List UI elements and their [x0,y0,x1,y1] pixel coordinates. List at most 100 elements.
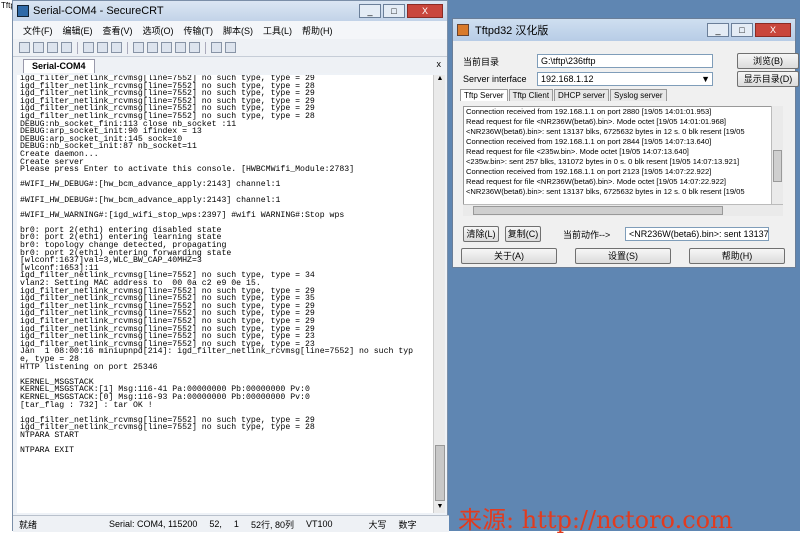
terminal-line: #WIFI_HW_DEBUG#:[hw_bcm_advance_apply:21… [20,180,281,190]
tftp-log-list[interactable]: Connection received from 192.168.1.1 on … [463,106,783,216]
keymap-icon[interactable] [175,42,186,53]
scroll-down-icon[interactable]: ▼ [434,503,446,513]
tftp-minimize-button[interactable]: _ [707,23,729,37]
toolbar-separator [205,41,206,54]
terminal-line: igd_filter_netlink_rcvmsg[line=7552] no … [20,423,315,433]
show-dir-button[interactable]: 显示目录(D) [737,71,799,87]
copy-button[interactable]: 复制(C) [505,226,541,242]
securecrt-app-icon [17,5,29,17]
server-interface-value: 192.168.1.12 [541,74,594,84]
tftp-tabbar: Tftp Server Tftp Client DHCP server Sysl… [460,89,668,101]
current-dir-field[interactable]: G:\tftp\236tftp [537,54,713,68]
maximize-button[interactable]: □ [383,4,405,18]
tab-dhcp-server[interactable]: DHCP server [554,89,610,101]
log-entry: Read request for file <NR236W(beta6).bin… [466,117,727,126]
paste-icon[interactable] [97,42,108,53]
menu-help[interactable]: 帮助(H) [302,24,333,37]
menu-transfer[interactable]: 传输(T) [184,24,214,37]
tftpd32-window: Tftpd32 汉化版 _ □ X 当前目录 G:\tftp\236tftp 浏… [452,18,799,268]
tab-close-icon[interactable]: x [437,59,442,69]
about-icon[interactable] [225,42,236,53]
status-term: VT100 [305,519,333,529]
copy-icon[interactable] [83,42,94,53]
menu-edit[interactable]: 编辑(E) [63,24,93,37]
status-size: 52行, 80列 [250,519,294,530]
current-dir-row: 当前目录 G:\tftp\236tftp 浏览(B) [463,53,799,69]
current-action-label: 当前动作--> [563,229,611,240]
terminal-line: #WIFI_HW_WARNING#:[igd_wifi_stop_wps:239… [20,210,345,220]
tftp-close-button[interactable]: X [755,23,791,37]
server-interface-row: Server interface 192.168.1.12 ▼ 显示目录(D) [463,71,799,87]
connect-icon[interactable] [19,42,30,53]
options-icon[interactable] [189,42,200,53]
log-action-row: 清除(L) 复制(C) 当前动作--> <NR236W(beta6).bin>:… [463,226,769,242]
find-icon[interactable] [111,42,122,53]
menu-script[interactable]: 脚本(S) [223,24,253,37]
tftp-maximize-button[interactable]: □ [731,23,753,37]
crt-menubar: 文件(F) 编辑(E) 查看(V) 选项(O) 传输(T) 脚本(S) 工具(L… [13,21,447,39]
settings-button[interactable]: 设置(S) [575,248,671,264]
server-interface-select[interactable]: 192.168.1.12 ▼ [537,72,713,86]
scrollbar-thumb[interactable] [435,445,445,501]
terminal-line: NTPARA EXIT [20,446,75,456]
terminal-scrollbar[interactable]: ▲ ▼ [433,75,445,513]
terminal-line: NTPARA START [20,430,79,440]
toolbar-separator [77,41,78,54]
session-tabbar: Serial-COM4 x [13,57,447,73]
tab-tftp-client[interactable]: Tftp Client [508,89,554,101]
connect-tab-icon[interactable] [47,42,58,53]
minimize-button[interactable]: _ [359,4,381,18]
terminal-line: HTTP listening on port 25346 [20,362,158,372]
help-icon[interactable] [211,42,222,53]
current-dir-label: 当前目录 [463,56,500,67]
server-interface-label: Server interface [463,74,527,84]
status-col: 1 [233,519,239,529]
status-port: Serial: COM4, 115200 [109,519,198,529]
tab-tftp-server[interactable]: Tftp Server [460,89,508,101]
log-entry: Connection received from 192.168.1.1 on … [466,137,712,146]
tftpd32-app-icon [457,24,469,36]
crt-statusbar: 就绪 Serial: COM4, 115200 52, 1 52行, 80列 V… [13,515,449,532]
menu-tools[interactable]: 工具(L) [263,24,292,37]
scroll-up-icon[interactable]: ▲ [434,75,446,85]
menu-options[interactable]: 选项(O) [143,24,174,37]
log-vertical-scrollbar[interactable] [771,106,783,204]
log-entry: <235w.bin>: sent 257 blks, 131072 bytes … [466,157,740,166]
close-button[interactable]: X [407,4,443,18]
log-entry: Read request for file <NR236W(beta6).bin… [466,177,727,186]
menu-view[interactable]: 查看(V) [103,24,133,37]
clear-button[interactable]: 清除(L) [463,226,499,242]
status-ready: 就绪 [19,519,38,530]
log-horizontal-scrollbar[interactable] [463,204,783,216]
scrollbar-thumb[interactable] [773,150,782,182]
tftp-titlebar[interactable]: Tftpd32 汉化版 _ □ X [453,19,795,41]
disconnect-icon[interactable] [61,42,72,53]
log-entry: Connection received from 192.168.1.1 on … [466,167,712,176]
terminal-line: Please press Enter to activate this cons… [20,165,355,175]
help-button[interactable]: 帮助(H) [689,248,785,264]
log-entry: <NR236W(beta6).bin>: sent 13137 blks, 67… [466,187,745,196]
status-num: 数字 [398,519,417,530]
terminal-output[interactable]: igd_filter_netlink_rcvmsg[line=7552] no … [17,75,433,513]
log-entry: <NR236W(beta6).bin>: sent 13137 blks, 67… [466,127,745,136]
crt-titlebar[interactable]: Serial-COM4 - SecureCRT _ □ X [13,1,447,21]
browse-button[interactable]: 浏览(B) [737,53,799,69]
tab-serial-com4[interactable]: Serial-COM4 [23,59,95,73]
quick-connect-icon[interactable] [33,42,44,53]
settings-icon[interactable] [147,42,158,53]
chevron-down-icon[interactable]: ▼ [701,73,710,85]
crt-toolbar [13,39,447,57]
print-icon[interactable] [133,42,144,53]
scrollbar-thumb[interactable] [473,206,723,215]
crt-title-text: Serial-COM4 - SecureCRT [33,5,164,17]
terminal-line: Jan 1 08:00:16 miniupnpd[214]: igd_filte… [20,347,414,357]
status-row: 52, [209,519,222,529]
tftp-title-text: Tftpd32 汉化版 [475,25,549,37]
menu-file[interactable]: 文件(F) [23,24,53,37]
source-watermark: 来源: http://nctoro.com [458,506,733,534]
sftp-icon[interactable] [161,42,172,53]
log-entry: Read request for file <235w.bin>. Mode o… [466,147,689,156]
tab-syslog-server[interactable]: Syslog server [610,89,667,101]
about-button[interactable]: 关于(A) [461,248,557,264]
